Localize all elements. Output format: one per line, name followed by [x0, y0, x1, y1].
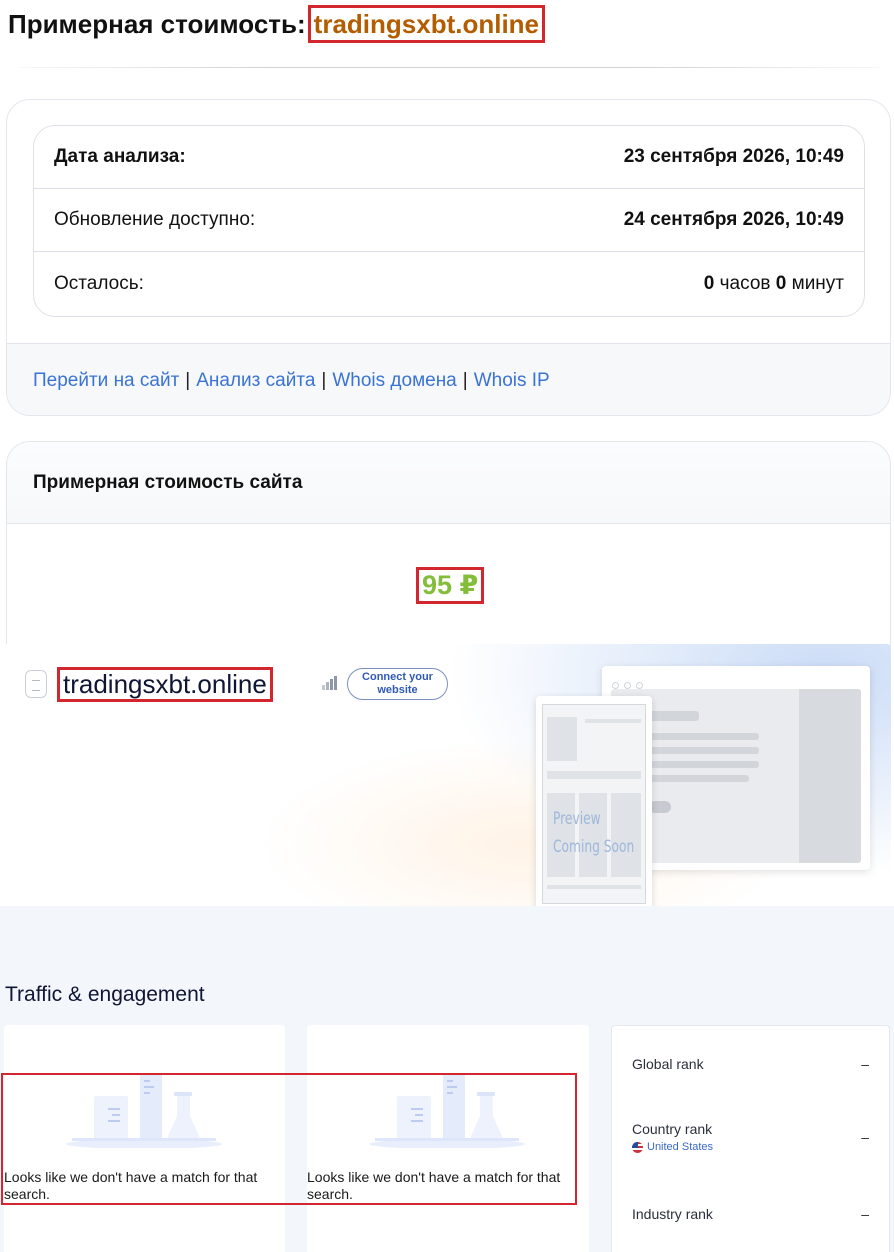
traffic-empty-card: Looks like we don't have a match for tha…: [307, 1025, 589, 1252]
site-value-card: Примерная стоимость сайта 95 ₽: [6, 441, 891, 646]
remaining-hours-unit: часов: [719, 273, 771, 294]
country-rank-label: Country rank: [632, 1121, 713, 1137]
remaining-hours: 0: [703, 273, 715, 294]
industry-rank-label: Industry rank: [632, 1206, 713, 1222]
global-rank-value: –: [861, 1056, 869, 1072]
remaining-value: 0 часов 0 минут: [704, 273, 844, 295]
analysis-date-row: Дата анализа: 23 сентября 2026, 10:49: [34, 126, 864, 189]
country-rank-country[interactable]: United States: [632, 1141, 713, 1153]
heading-divider: [20, 67, 880, 68]
analysis-info-table: Дата анализа: 23 сентября 2026, 10:49 Об…: [33, 125, 865, 317]
page-title-prefix: Примерная стоимость:: [8, 8, 306, 39]
signal-bars-icon: [322, 676, 338, 690]
analysis-info-card: Дата анализа: 23 сентября 2026, 10:49 Об…: [6, 99, 891, 416]
traffic-empty-card: Looks like we don't have a match for tha…: [4, 1025, 285, 1252]
page-title: Примерная стоимость: tradingsxbt.online: [8, 4, 546, 44]
link-separator: |: [185, 369, 191, 391]
site-links-bar: Перейти на сайт | Анализ сайта | Whois д…: [7, 343, 890, 415]
industry-rank-row: Industry rank –: [632, 1206, 869, 1222]
global-rank-row: Global rank –: [632, 1056, 869, 1072]
site-analysis-link[interactable]: Анализ сайта: [196, 370, 315, 392]
visit-site-link[interactable]: Перейти на сайт: [33, 370, 179, 392]
traffic-section-title: Traffic & engagement: [5, 983, 205, 1006]
site-value-amount: 95 ₽: [416, 567, 485, 604]
empty-state-message: Looks like we don't have a match for tha…: [307, 1169, 561, 1202]
analysis-date-label: Дата анализа:: [54, 146, 186, 167]
us-flag-icon: [632, 1141, 643, 1153]
rank-card: Global rank – Country rank United States…: [611, 1025, 890, 1252]
analysis-date-value: 23 сентября 2026, 10:49: [623, 146, 844, 167]
remaining-minutes: 0: [775, 273, 787, 294]
empty-state-illustration-icon: [66, 1074, 222, 1148]
page-title-domain: tradingsxbt.online: [307, 5, 546, 43]
whois-domain-link[interactable]: Whois домена: [332, 370, 456, 392]
industry-rank-value: –: [861, 1206, 869, 1222]
favicon-placeholder-icon: [25, 670, 47, 698]
site-value-title: Примерная стоимость сайта: [7, 442, 890, 524]
update-available-row: Обновление доступно: 24 сентября 2026, 1…: [34, 189, 864, 252]
country-rank-row: Country rank United States –: [632, 1121, 869, 1153]
empty-state-message: Looks like we don't have a match for tha…: [4, 1169, 258, 1202]
global-rank-label: Global rank: [632, 1056, 704, 1072]
remaining-minutes-unit: минут: [791, 273, 844, 294]
remaining-row: Осталось: 0 часов 0 минут: [34, 252, 864, 316]
country-rank-value: –: [861, 1129, 869, 1145]
site-preview-banner: tradingsxbt.online Connect your website: [4, 644, 891, 906]
preview-domain-name: tradingsxbt.online: [57, 667, 273, 702]
whois-ip-link[interactable]: Whois IP: [474, 370, 550, 392]
preview-placeholder-text: Preview Coming Soon: [553, 805, 634, 861]
remaining-label: Осталось:: [54, 273, 144, 294]
preview-placeholder-line: Preview: [553, 809, 601, 829]
country-rank-country-name: United States: [647, 1141, 714, 1153]
empty-state-illustration-icon: [369, 1074, 525, 1148]
link-separator: |: [321, 369, 327, 391]
connect-website-button[interactable]: Connect your website: [347, 668, 448, 700]
mobile-preview-mockup: Preview Coming Soon: [536, 696, 652, 906]
link-separator: |: [462, 369, 468, 391]
update-available-value: 24 сентября 2026, 10:49: [623, 209, 844, 230]
update-available-label: Обновление доступно:: [54, 209, 256, 230]
preview-placeholder-line: Coming Soon: [553, 837, 635, 857]
